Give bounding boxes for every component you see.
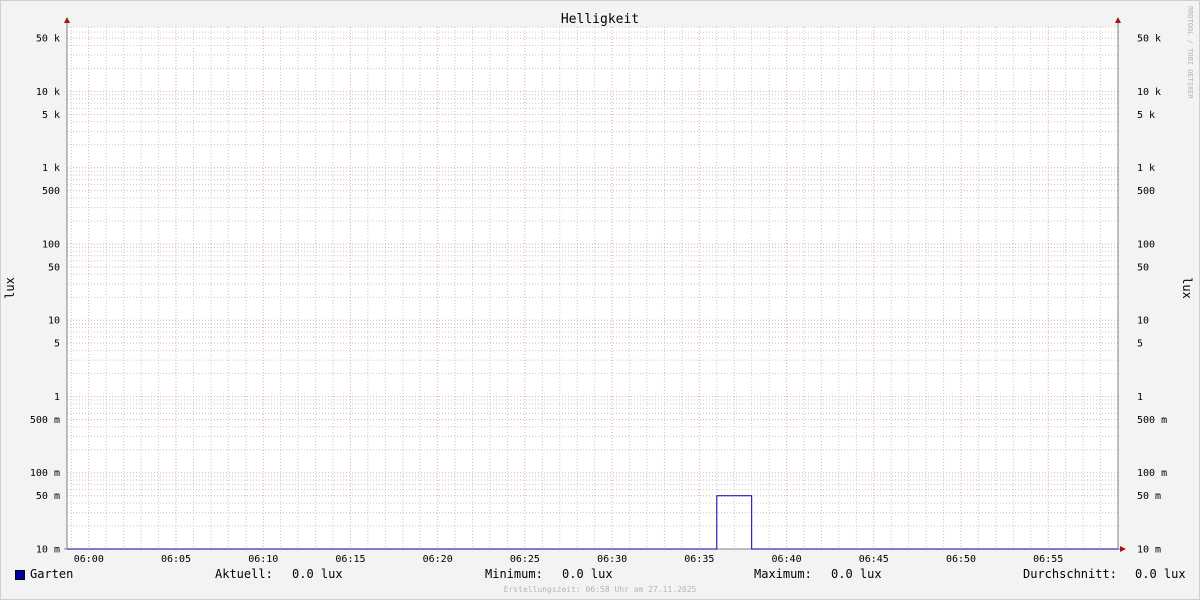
chart-svg: 50 k 10 k 5 k 1 k 500 100 50 10 5 1 500 m 100 m 50 m… <box>3 6 1194 565</box>
y-tick-label: 100 m <box>30 468 60 479</box>
y-tick-label: 1 k <box>1137 163 1155 174</box>
y-tick-label: 5 <box>54 339 60 350</box>
x-tick-label: 06:40 <box>772 554 802 565</box>
x-tick-labels: 06:00 06:05 06:10 06:15 06:20 06:25 06:30 06:35… <box>74 554 1064 565</box>
x-tick-label: 06:25 <box>510 554 540 565</box>
x-tick-label: 06:20 <box>423 554 453 565</box>
legend-min-value: 0.0 lux <box>562 567 613 581</box>
legend-avg-value: 0.0 lux <box>1135 567 1186 581</box>
y-tick-label: 50 k <box>1137 34 1161 45</box>
y-tick-label: 5 <box>1137 339 1143 350</box>
y-tick-label: 500 m <box>30 415 60 426</box>
legend-current-value: 0.0 lux <box>292 567 343 581</box>
legend-series-name: Garten <box>30 567 74 581</box>
y-tick-label: 10 k <box>36 87 60 98</box>
y-axis-arrow-left <box>64 17 70 23</box>
rrdtool-watermark: RRDTOOL / TOBI OETIKER <box>1186 6 1194 100</box>
y-tick-label: 10 <box>48 316 60 327</box>
y-tick-label: 50 <box>48 262 60 273</box>
y-tick-label: 10 k <box>1137 87 1161 98</box>
legend-max-value: 0.0 lux <box>831 567 882 581</box>
legend-avg-label: Durchschnitt: <box>1023 567 1117 581</box>
y-tick-label: 50 k <box>36 34 60 45</box>
y-axis-arrow-right <box>1115 17 1121 23</box>
x-tick-label: 06:55 <box>1033 554 1063 565</box>
y-tick-label: 500 m <box>1137 415 1167 426</box>
x-tick-label: 06:50 <box>946 554 976 565</box>
y-tick-label: 50 m <box>1137 491 1161 502</box>
x-tick-label: 06:00 <box>74 554 104 565</box>
y-tick-label: 500 <box>1137 186 1155 197</box>
y-tick-label: 1 <box>1137 392 1143 403</box>
x-tick-label: 06:45 <box>859 554 889 565</box>
y-tick-label: 10 m <box>1137 545 1161 556</box>
y-tick-label: 5 k <box>1137 110 1155 121</box>
footer-timestamp: Erstellungszeit: 06:58 Uhr am 27.11.2025 <box>503 585 697 594</box>
y-tick-label: 5 k <box>42 110 60 121</box>
x-axis-arrow <box>1120 546 1126 552</box>
x-tick-label: 06:30 <box>597 554 627 565</box>
legend-min-label: Minimum: <box>485 567 543 581</box>
x-tick-label: 06:10 <box>248 554 278 565</box>
y-tick-label: 100 m <box>1137 468 1167 479</box>
y-axis-label-left: lux <box>3 277 17 299</box>
legend-max-label: Maximum: <box>754 567 812 581</box>
chart-title: Helligkeit <box>561 12 639 27</box>
y-tick-label: 500 <box>42 186 60 197</box>
legend-current-label: Aktuell: <box>215 567 273 581</box>
legend: Garten Aktuell: 0.0 lux Minimum: 0.0 lux… <box>0 567 1200 585</box>
x-tick-label: 06:15 <box>335 554 365 565</box>
y-tick-labels-left: 50 k 10 k 5 k 1 k 500 100 50 10 5 1 500 m 100 m 50 m… <box>30 34 60 556</box>
y-tick-label: 100 <box>42 239 60 250</box>
y-tick-label: 100 <box>1137 239 1155 250</box>
y-tick-label: 50 <box>1137 262 1149 273</box>
x-tick-label: 06:35 <box>684 554 714 565</box>
y-tick-label: 1 <box>54 392 60 403</box>
y-tick-label: 10 <box>1137 316 1149 327</box>
legend-swatch-garten <box>15 570 25 580</box>
y-tick-label: 50 m <box>36 491 60 502</box>
y-tick-label: 10 m <box>36 545 60 556</box>
y-tick-label: 1 k <box>42 163 60 174</box>
plot-area <box>67 27 1118 549</box>
y-axis-label-right: lux <box>1180 277 1194 299</box>
y-tick-labels-right: 50 k 10 k 5 k 1 k 500 100 50 10 5 1 500 m 100 m 50 m… <box>1137 34 1167 556</box>
x-tick-label: 06:05 <box>161 554 191 565</box>
